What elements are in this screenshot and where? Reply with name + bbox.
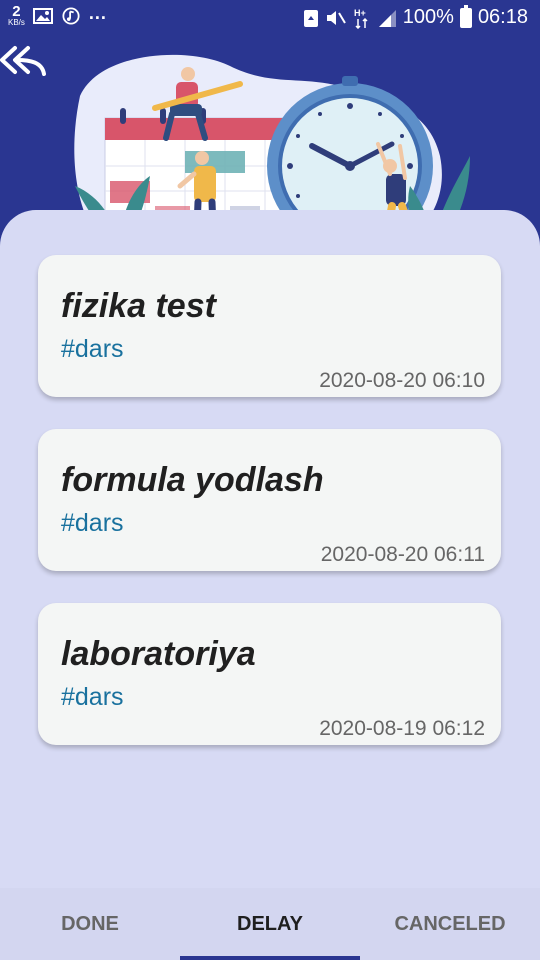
clock: 06:18 bbox=[477, 6, 528, 28]
task-date: 2020-08-20 06:10 bbox=[319, 369, 485, 392]
battery-icon bbox=[459, 4, 472, 28]
recycle-icon bbox=[303, 9, 318, 27]
network-speed-value: 2 bbox=[12, 3, 21, 20]
mute-icon bbox=[326, 10, 346, 25]
task-title: laboratoriya bbox=[61, 635, 256, 673]
network-speed: 2 KB/s bbox=[8, 4, 25, 27]
double-back-arrow-icon[interactable] bbox=[0, 42, 50, 82]
task-title: formula yodlash bbox=[61, 461, 324, 499]
gallery-notification-icon bbox=[32, 7, 53, 24]
status-right: H+ 100% 06:18 bbox=[303, 4, 528, 29]
task-card[interactable]: laboratoriya #dars 2020-08-19 06:12 bbox=[38, 603, 501, 745]
network-speed-unit: KB/s bbox=[8, 18, 25, 27]
network-type-label: H+ bbox=[354, 8, 366, 18]
bottom-tab-bar: DONE DELAY CANCELED bbox=[0, 888, 540, 960]
more-notifications: ... bbox=[88, 3, 107, 23]
tab-delay[interactable]: DELAY bbox=[180, 888, 360, 960]
task-title: fizika test bbox=[61, 287, 216, 325]
task-date: 2020-08-19 06:12 bbox=[319, 717, 485, 740]
task-card[interactable]: fizika test #dars 2020-08-20 06:10 bbox=[38, 255, 501, 397]
tab-done[interactable]: DONE bbox=[0, 888, 180, 960]
hplus-signal-icon: H+ bbox=[354, 8, 368, 29]
tab-canceled[interactable]: CANCELED bbox=[360, 888, 540, 960]
signal-icon bbox=[378, 9, 396, 27]
task-tag[interactable]: #dars bbox=[61, 683, 124, 712]
battery-percent: 100% bbox=[402, 6, 454, 28]
task-date: 2020-08-20 06:11 bbox=[320, 543, 485, 566]
status-left: 2 KB/s ... bbox=[8, 3, 107, 27]
music-notification-icon bbox=[62, 6, 80, 25]
task-tag[interactable]: #dars bbox=[61, 509, 124, 538]
task-tag[interactable]: #dars bbox=[61, 335, 124, 364]
task-card[interactable]: formula yodlash #dars 2020-08-20 06:11 bbox=[38, 429, 501, 571]
status-bar: 2 KB/s ... H+ 100% 06:18 bbox=[0, 0, 540, 36]
